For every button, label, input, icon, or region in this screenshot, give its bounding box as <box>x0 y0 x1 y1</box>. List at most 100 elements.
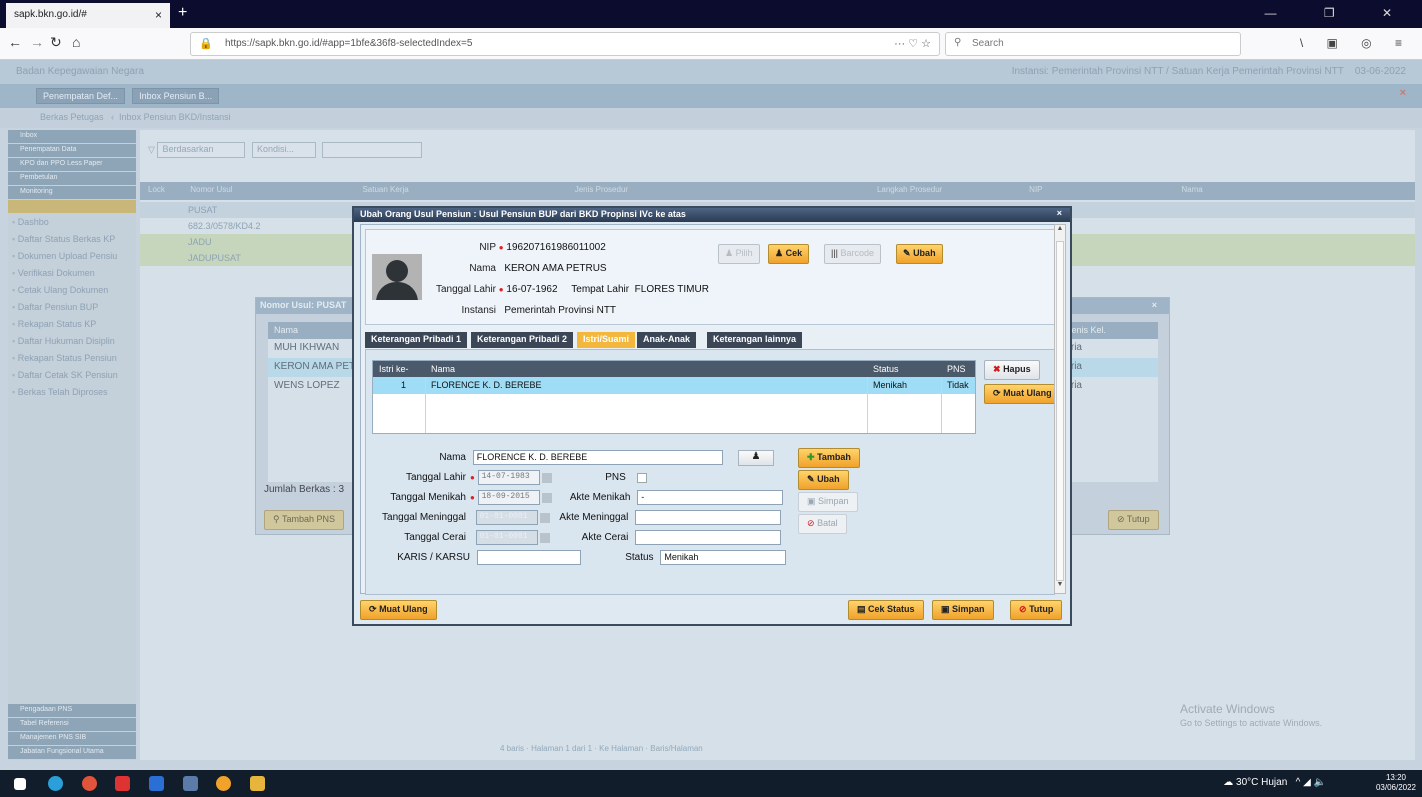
dialog-scrollbar[interactable]: ▲ ▼ <box>1054 224 1066 594</box>
scrollbar-thumb[interactable] <box>1056 241 1064 581</box>
col-pns[interactable]: PNS <box>947 364 966 374</box>
col-istri-ke[interactable]: Istri ke- <box>379 364 409 374</box>
pdf-app-icon[interactable] <box>115 776 130 791</box>
sidebar-head[interactable]: Inbox <box>8 130 136 143</box>
col-jenis-prosedur[interactable]: Jenis Prosedur <box>575 185 875 194</box>
sidebar-item[interactable]: Daftar Pensiun BUP <box>8 299 136 316</box>
tutup-button[interactable]: ⊘ Tutup <box>1010 600 1063 620</box>
scroll-up-icon[interactable]: ▲ <box>1055 225 1065 237</box>
app-icon[interactable] <box>149 776 164 791</box>
tgl-menikah-field[interactable]: 18-09-2015 <box>477 490 540 505</box>
edge-icon[interactable] <box>48 776 63 791</box>
sidebar-item[interactable]: Verifikasi Dokumen <box>8 265 136 282</box>
muat-ulang-button[interactable]: ⟳ Muat Ulang <box>360 600 437 620</box>
col-nomor-usul[interactable]: Nomor Usul <box>190 185 360 194</box>
chrome-icon[interactable] <box>82 776 97 791</box>
simpan-button[interactable]: ▣ Simpan <box>932 600 994 620</box>
tgl-lahir-field[interactable]: 14-07-1983 <box>477 470 540 485</box>
sidebar-head[interactable]: KPO dan PPO Less Paper <box>8 158 136 171</box>
sidebar-item[interactable]: Daftar Hukuman Disiplin <box>8 333 136 350</box>
file-explorer-icon[interactable] <box>250 776 265 791</box>
filter-kondisi[interactable]: Kondisi... <box>251 142 316 158</box>
page-actions[interactable]: ··· ♡ ☆ <box>894 37 931 50</box>
calendar-icon[interactable] <box>539 532 550 543</box>
sidebar-foot-item[interactable]: Tabel Referensi <box>8 718 136 731</box>
tab-keterangan-pribadi-2[interactable]: Keterangan Pribadi 2 <box>471 332 574 348</box>
windows-start-icon[interactable] <box>14 778 26 790</box>
close-tab-icon[interactable]: × <box>1400 87 1406 99</box>
sidebar-item[interactable]: Cetak Ulang Dokumen <box>8 282 136 299</box>
barcode-button[interactable]: ||| Barcode <box>824 244 882 264</box>
tab-istri-suami[interactable]: Istri/Suami <box>577 332 636 348</box>
back-icon[interactable]: ← <box>8 34 22 50</box>
scroll-down-icon[interactable]: ▼ <box>1055 581 1065 593</box>
app-tab-penempatan[interactable]: Penempatan Def... <box>36 88 126 104</box>
karis-field[interactable] <box>476 550 581 565</box>
tgl-meninggal-field[interactable]: 01-01-0001 <box>475 510 538 525</box>
pager[interactable]: 4 baris · Halaman 1 dari 1 · Ke Halaman … <box>140 738 1415 760</box>
close-icon[interactable]: × <box>1152 300 1157 310</box>
batal-button[interactable]: ⊘ Batal <box>798 514 847 534</box>
ubah-form-button[interactable]: ✎ Ubah <box>798 470 849 490</box>
sidebar-foot-item[interactable]: Jabatan Fungsional Utama <box>8 746 136 759</box>
hapus-button[interactable]: ✖ Hapus <box>984 360 1040 380</box>
col-nama[interactable]: Nama <box>431 364 455 374</box>
sidebar-head[interactable]: Monitoring <box>8 186 136 199</box>
akte-cerai-field[interactable] <box>635 530 782 545</box>
muat-ulang-grid-button[interactable]: ⟳ Muat Ulang <box>984 384 1061 404</box>
tab-keterangan-pribadi-1[interactable]: Keterangan Pribadi 1 <box>365 332 468 348</box>
col-status[interactable]: Status <box>873 364 899 374</box>
window-controls[interactable]: — ❐ ✕ <box>1265 6 1414 20</box>
sidebar-item[interactable]: Daftar Cetak SK Pensiun <box>8 367 136 384</box>
tambah-pns-button[interactable]: ⚲ Tambah PNS <box>264 510 344 530</box>
close-icon[interactable]: × <box>1057 208 1062 218</box>
sidebar-foot-item[interactable]: Pengadaan PNS <box>8 704 136 717</box>
calendar-icon[interactable] <box>539 512 550 523</box>
sidebar-item[interactable]: Berkas Telah Diproses <box>8 384 136 401</box>
cek-button[interactable]: ♟ Cek <box>768 244 810 264</box>
cek-status-button[interactable]: ▤ Cek Status <box>848 600 924 620</box>
tab-anak-anak[interactable]: Anak-Anak <box>637 332 697 348</box>
app-tab-inbox[interactable]: Inbox Pensiun B... <box>132 88 220 104</box>
col-lock[interactable]: Lock <box>148 185 188 194</box>
status-field[interactable]: Menikah <box>660 550 787 565</box>
tab-keterangan-lainnya[interactable]: Keterangan lainnya <box>707 332 803 348</box>
col-jenis-kel[interactable]: Jenis Kel. <box>1067 325 1106 335</box>
new-tab-button[interactable]: + <box>178 4 187 22</box>
tutup-button[interactable]: ⊘ Tutup <box>1108 510 1159 530</box>
simpan-form-button[interactable]: ▣ Simpan <box>798 492 858 512</box>
nama-field[interactable]: FLORENCE K. D. BEREBE <box>472 450 723 465</box>
weather-widget[interactable]: ☁ 30°C Hujan ^ ◢ 🔈 <box>1223 777 1326 788</box>
filter-icon[interactable]: ▽ <box>148 144 155 154</box>
calendar-icon[interactable] <box>541 492 552 503</box>
col-nama[interactable]: Nama <box>1181 185 1202 194</box>
browser-tab[interactable]: sapk.bkn.go.id/# × <box>6 3 170 28</box>
home-icon[interactable]: ⌂ <box>72 34 80 50</box>
sidebar-head[interactable]: Pembetulan <box>8 172 136 185</box>
sidebar-item[interactable]: Rekapan Status KP <box>8 316 136 333</box>
akte-menikah-field[interactable]: - <box>637 490 784 505</box>
sidebar-selected[interactable] <box>8 200 136 213</box>
akte-meninggal-field[interactable] <box>635 510 782 525</box>
table-row[interactable]: 1 FLORENCE K. D. BEREBE Menikah Tidak <box>373 377 975 394</box>
pilih-button[interactable]: ♟ Pilih <box>718 244 760 264</box>
sidebar-item[interactable]: Dashbo <box>8 214 136 231</box>
tambah-button[interactable]: ✚ Tambah <box>798 448 860 468</box>
clock[interactable]: 13:20 03/06/2022 <box>1376 773 1416 793</box>
tray-icons[interactable]: ^ ◢ 🔈 <box>1296 777 1326 788</box>
ubah-button[interactable]: ✎ Ubah <box>896 244 943 264</box>
sidebar-head[interactable]: Penempatan Data <box>8 144 136 157</box>
sidebar-item[interactable]: Rekapan Status Pensiun <box>8 350 136 367</box>
search-input[interactable]: ⚲ Search <box>945 32 1241 56</box>
col-langkah[interactable]: Langkah Prosedur <box>877 185 1027 194</box>
col-nama[interactable]: Nama <box>274 325 298 335</box>
calendar-icon[interactable] <box>541 472 552 483</box>
tgl-cerai-field[interactable]: 01-01-0001 <box>475 530 538 545</box>
firefox-icon[interactable] <box>216 776 231 791</box>
sidebar-item[interactable]: Daftar Status Berkas KP <box>8 231 136 248</box>
pns-checkbox[interactable] <box>636 472 647 483</box>
url-bar[interactable]: 🔒 https://sapk.bkn.go.id/#app=1bfe&36f8-… <box>190 32 940 56</box>
sidebar-item[interactable]: Dokumen Upload Pensiu <box>8 248 136 265</box>
grid-app-icon[interactable] <box>183 776 198 791</box>
close-tab-icon[interactable]: × <box>155 8 162 22</box>
